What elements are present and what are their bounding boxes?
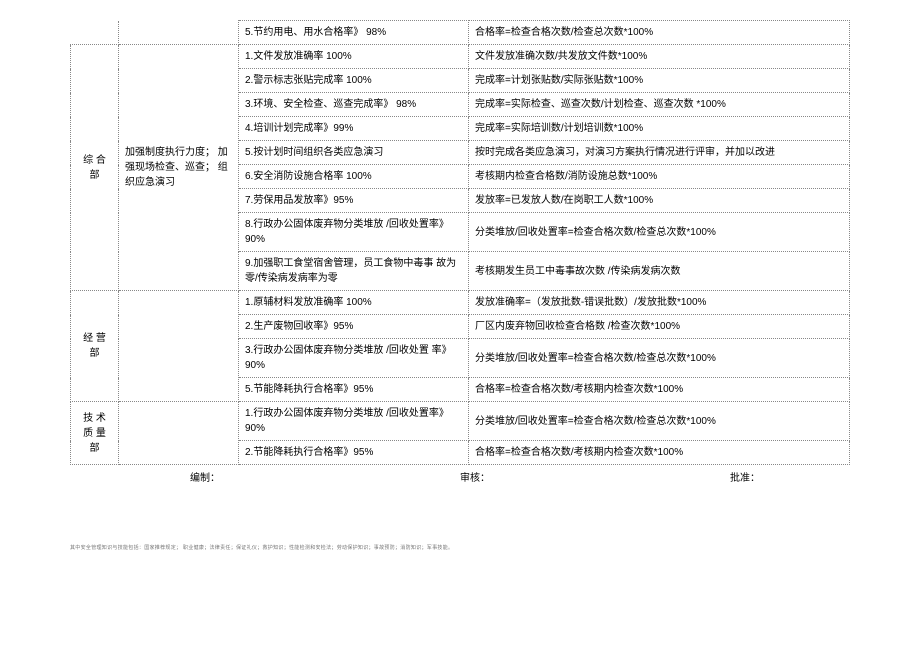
review-label: 审核：	[460, 469, 490, 484]
desc-cell	[119, 291, 239, 402]
formula-cell: 文件发放准确次数/共发放文件数*100%	[469, 45, 850, 69]
dept-cell: 经 营 部	[71, 291, 119, 402]
formula-cell: 合格率=检查合格次数/检查总次数*100%	[469, 21, 850, 45]
signature-row: 编制： 审核： 批准：	[70, 469, 850, 484]
top-row: 5.节约用电、用水合格率》 98% 合格率=检查合格次数/检查总次数*100%	[71, 21, 850, 45]
dept-cell: 技 术 质 量 部	[71, 402, 119, 465]
table-row: 技 术 质 量 部 1.行政办公固体废弃物分类堆放 /回收处置率》90% 分类堆…	[71, 402, 850, 441]
footnote: 其中安全管理知识与技能包括：国家推荐规定； 职业健康；法律责任；保证礼仪；救护知…	[70, 544, 850, 551]
desc-cell	[119, 402, 239, 465]
desc-cell: 加强制度执行力度； 加强现场检查、巡查； 组织应急演习	[119, 45, 239, 291]
table-row: 综 合 部 加强制度执行力度； 加强现场检查、巡查； 组织应急演习 1.文件发放…	[71, 45, 850, 69]
dept-cell: 综 合 部	[71, 45, 119, 291]
compile-label: 编制：	[190, 469, 220, 484]
table-row: 经 营 部 1.原辅材料发放准确率 100% 发放准确率=（发放批数-错误批数）…	[71, 291, 850, 315]
kpi-table: 5.节约用电、用水合格率》 98% 合格率=检查合格次数/检查总次数*100% …	[70, 20, 850, 465]
metric-cell: 1.文件发放准确率 100%	[239, 45, 469, 69]
approve-label: 批准：	[730, 469, 760, 484]
metric-cell: 5.节约用电、用水合格率》 98%	[239, 21, 469, 45]
